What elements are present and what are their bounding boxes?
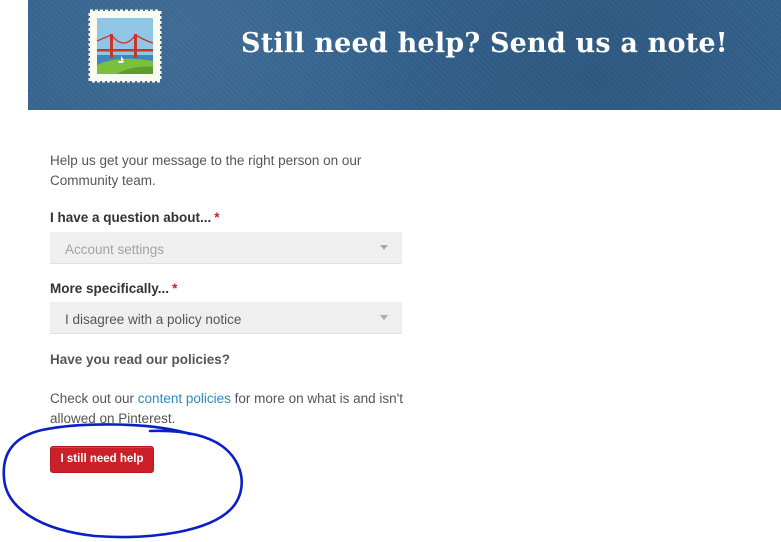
content-policies-link[interactable]: content policies xyxy=(138,391,231,406)
chevron-down-icon xyxy=(380,245,388,250)
specific-topic-selected-value: I disagree with a policy notice xyxy=(65,312,242,327)
question-topic-selected-value: Account settings xyxy=(65,242,165,257)
policies-heading: Have you read our policies? xyxy=(50,352,231,367)
policies-text: Check out our content policies for more … xyxy=(50,389,410,429)
specific-field-label: More specifically... * xyxy=(50,280,177,298)
still-need-help-button[interactable]: I still need help xyxy=(50,446,154,473)
policies-text-before: Check out our xyxy=(50,391,138,406)
form-intro-text: Help us get your message to the right pe… xyxy=(50,153,362,188)
question-topic-select[interactable]: Account settings xyxy=(50,232,402,264)
annotation-circle xyxy=(2,423,243,539)
question-field-label-text: I have a question about... xyxy=(50,210,212,225)
question-field-label: I have a question about... * xyxy=(50,209,220,227)
golden-gate-bridge-stamp-icon xyxy=(88,9,162,83)
required-asterisk: * xyxy=(214,210,220,225)
page-title: Still need help? Send us a note! xyxy=(241,28,728,59)
chevron-down-icon xyxy=(380,315,388,320)
specific-field-label-text: More specifically... xyxy=(50,281,170,296)
help-banner: Still need help? Send us a note! xyxy=(28,0,781,110)
required-asterisk: * xyxy=(172,281,178,296)
specific-topic-select[interactable]: I disagree with a policy notice xyxy=(50,302,402,334)
